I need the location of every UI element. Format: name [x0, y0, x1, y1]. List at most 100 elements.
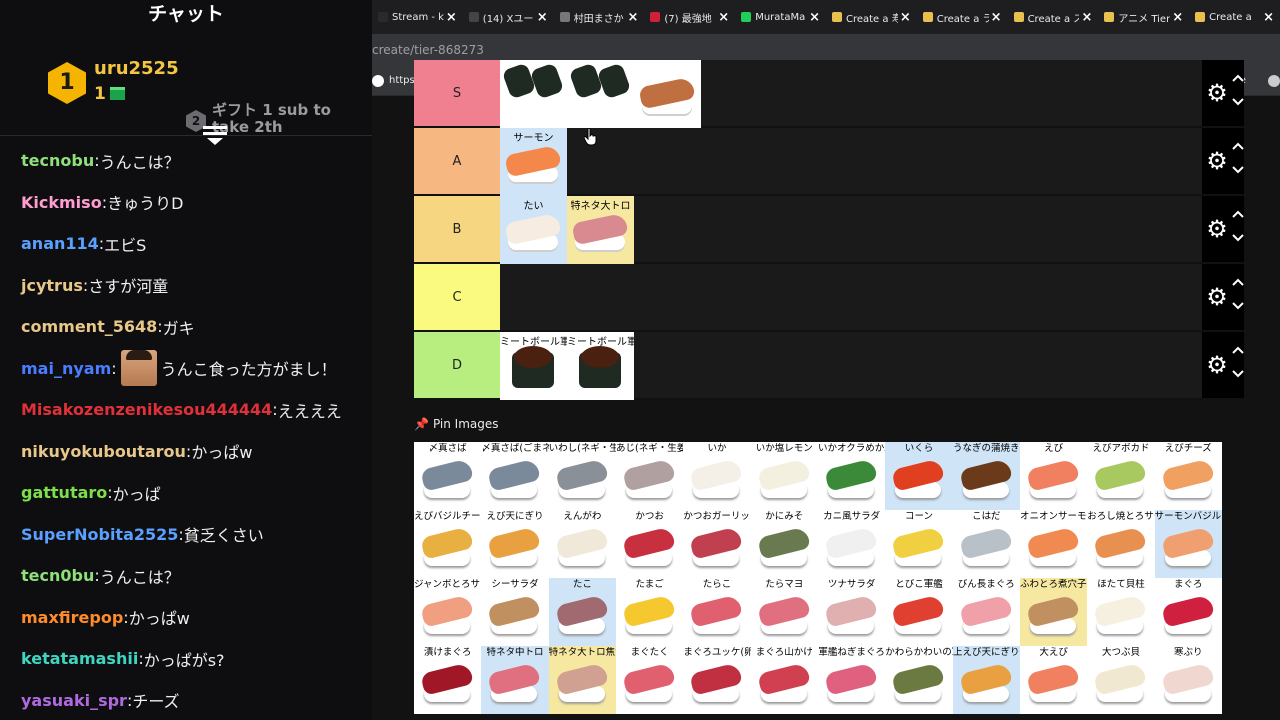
pin-image[interactable]: 〆真さば(ごまネギ) [481, 442, 549, 510]
tab-close-icon[interactable]: × [627, 10, 638, 25]
chat-username[interactable]: tecn0bu [21, 566, 94, 585]
pin-image[interactable]: 〆真さば [414, 442, 482, 510]
pin-image[interactable]: いかオクラめかぶ [817, 442, 886, 510]
browser-tab[interactable]: Stream - k × [372, 0, 463, 34]
tab-close-icon[interactable]: × [1081, 10, 1092, 25]
pin-image[interactable]: 軍艦ねぎまぐろ [817, 646, 886, 714]
tab-close-icon[interactable]: × [900, 10, 911, 25]
pin-image[interactable]: あじ(ネギ・生姜) [615, 442, 684, 510]
settings-gear-icon[interactable]: ⚙ [1206, 285, 1228, 309]
pin-image[interactable]: まぐたく [615, 646, 684, 714]
move-down-chevron-icon[interactable] [1232, 234, 1244, 244]
pin-image[interactable]: 寒ぶり [1154, 646, 1222, 714]
gift-leader-name[interactable]: uru2525 [94, 58, 179, 79]
pin-image[interactable]: えんがわ [548, 510, 616, 578]
pin-image[interactable]: いわし(ネギ・生姜) [548, 442, 616, 510]
chat-username[interactable]: comment_5648 [21, 317, 157, 336]
sushi-image[interactable] [634, 60, 701, 128]
chat-username[interactable]: anan114 [21, 234, 99, 253]
move-down-chevron-icon[interactable] [1232, 302, 1244, 312]
chat-username[interactable]: Misakozenzenikesou444444 [21, 400, 272, 419]
pin-image[interactable]: シーサラダ [481, 578, 549, 646]
pin-image[interactable]: えびバジルチーズ [414, 510, 482, 578]
tier-label[interactable]: S [414, 60, 500, 126]
browser-tab[interactable]: Create a ス × [1008, 0, 1099, 34]
pin-image[interactable]: カニ風サラダ [817, 510, 886, 578]
browser-tab[interactable]: Create a ラ × [917, 0, 1008, 34]
chat-username[interactable]: SuperNobita2525 [21, 525, 178, 544]
sushi-image[interactable]: サーモン [500, 128, 567, 196]
pin-image[interactable]: うなぎの蒲焼き [952, 442, 1020, 510]
move-up-chevron-icon[interactable] [1232, 210, 1244, 220]
tab-close-icon[interactable]: × [718, 10, 729, 25]
pin-image[interactable]: まぐろ山かけ [750, 646, 818, 714]
pin-image[interactable]: おろし焼とろサーモン [1087, 510, 1155, 578]
browser-tab[interactable]: Create a × [1189, 0, 1280, 34]
settings-gear-icon[interactable]: ⚙ [1206, 353, 1228, 377]
chat-username[interactable]: ketatamashii [21, 649, 138, 668]
tier-label[interactable]: B [414, 196, 500, 262]
chat-username[interactable]: mai_nyam [21, 359, 111, 378]
browser-tab[interactable]: (7) 最強地 × [644, 0, 735, 34]
move-up-chevron-icon[interactable] [1232, 74, 1244, 84]
tier-label[interactable]: A [414, 128, 500, 194]
pin-image[interactable]: たまご [615, 578, 684, 646]
pin-image[interactable]: 特ネタ中トロ [481, 646, 549, 714]
tab-close-icon[interactable]: × [446, 10, 457, 25]
pin-image[interactable]: びん長まぐろ [952, 578, 1020, 646]
chat-username[interactable]: nikuyokuboutarou [21, 442, 186, 461]
pin-image[interactable]: まぐろユッケ(卵黄醤油) [683, 646, 751, 714]
pin-image[interactable]: いか [683, 442, 751, 510]
pin-image[interactable]: ツナサラダ [817, 578, 886, 646]
move-down-chevron-icon[interactable] [1232, 370, 1244, 380]
pin-image[interactable]: 大つぶ貝 [1087, 646, 1155, 714]
pin-image[interactable]: ふわとろ煮穴子一本にぎり [1019, 578, 1088, 646]
pin-image[interactable]: かつお [615, 510, 684, 578]
bookmark-item[interactable]: ライブ配信 - YouTub... [1267, 73, 1280, 88]
pin-image[interactable]: かつおガーリックマヨ [683, 510, 751, 578]
browser-tab[interactable]: (14) Xユー × [463, 0, 554, 34]
pin-image[interactable]: コーン [885, 510, 953, 578]
pin-image[interactable]: 特ネタ大トロ焦がし醤油 [548, 646, 616, 714]
sushi-image[interactable] [500, 60, 567, 128]
tier-label[interactable]: D [414, 332, 500, 398]
browser-tab[interactable]: 村田まさか × [554, 0, 645, 34]
browser-tab[interactable]: Create a 寿 × [826, 0, 917, 34]
sushi-image[interactable]: たい [500, 196, 567, 264]
tab-close-icon[interactable]: × [809, 10, 820, 25]
pin-image[interactable]: えび天にぎり [481, 510, 549, 578]
settings-gear-icon[interactable]: ⚙ [1206, 217, 1228, 241]
tab-close-icon[interactable]: × [1263, 10, 1274, 25]
pin-image[interactable]: えびチーズ [1154, 442, 1222, 510]
pin-image[interactable]: 大えび [1019, 646, 1088, 714]
browser-tab[interactable]: MurataMa × [735, 0, 826, 34]
pin-image[interactable]: サーモンバジルモッツァレラ [1154, 510, 1222, 578]
pin-image[interactable]: ジャンボとろサーモン [414, 578, 482, 646]
chat-username[interactable]: tecnobu [21, 151, 94, 170]
move-up-chevron-icon[interactable] [1232, 142, 1244, 152]
pin-image[interactable]: こはだ [952, 510, 1020, 578]
tier-label[interactable]: C [414, 264, 500, 330]
settings-gear-icon[interactable]: ⚙ [1206, 81, 1228, 105]
pin-image[interactable]: いくら [885, 442, 953, 510]
pin-image[interactable]: ほたて貝柱 [1087, 578, 1155, 646]
pin-image[interactable]: たらマヨ [750, 578, 818, 646]
pin-image[interactable]: えびアボカド [1087, 442, 1155, 510]
chat-username[interactable]: Kickmiso [21, 193, 102, 212]
chat-username[interactable]: jcytrus [21, 276, 83, 295]
pin-image[interactable]: いか塩レモン [750, 442, 818, 510]
pin-image[interactable]: 上えび天にぎり [952, 646, 1020, 714]
pin-image[interactable]: たらこ [683, 578, 751, 646]
browser-tab[interactable]: アニメ Tier × [1098, 0, 1189, 34]
chat-username[interactable]: gattutaro [21, 483, 107, 502]
chat-username[interactable]: yasuaki_spr [21, 691, 127, 710]
pin-image[interactable]: かわらかわいの軍艦 [885, 646, 953, 714]
tab-close-icon[interactable]: × [991, 10, 1002, 25]
sushi-image[interactable] [567, 60, 634, 128]
sushi-image[interactable]: ミートボール軍艦 [500, 332, 567, 400]
move-up-chevron-icon[interactable] [1232, 278, 1244, 288]
move-down-chevron-icon[interactable] [1232, 98, 1244, 108]
pin-image[interactable]: とびこ軍艦 [885, 578, 953, 646]
pin-image[interactable]: たこ [548, 578, 616, 646]
tab-close-icon[interactable]: × [1172, 10, 1183, 25]
